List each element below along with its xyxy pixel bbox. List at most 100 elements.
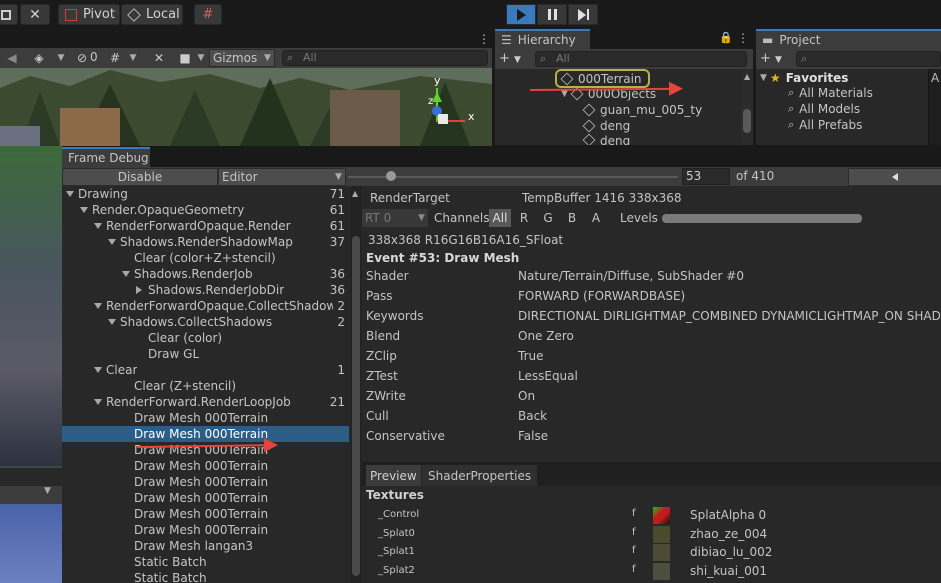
tree-scroll-thumb[interactable] xyxy=(352,236,360,576)
texture-thumbnail[interactable] xyxy=(653,525,670,543)
hierarchy-scroll-thumb[interactable] xyxy=(743,109,751,133)
previous-event-button[interactable] xyxy=(848,168,941,186)
tree-row[interactable]: RenderForwardOpaque.Render 61 xyxy=(62,218,349,234)
channel-all-button[interactable]: All xyxy=(489,209,511,227)
expand-icon[interactable] xyxy=(136,286,142,294)
texture-thumbnail[interactable] xyxy=(653,507,670,524)
tree-row[interactable]: Draw Mesh 000Terrain xyxy=(62,458,349,474)
tree-row[interactable]: RenderForwardOpaque.CollectShadows 2 xyxy=(62,298,349,314)
tree-row[interactable]: Draw Mesh 000Terrain xyxy=(62,474,349,490)
play-button[interactable] xyxy=(506,4,536,25)
tree-row[interactable]: Draw Mesh 000Terrain xyxy=(62,522,349,538)
tree-row[interactable]: Static Batch xyxy=(62,554,349,570)
collapse-icon[interactable] xyxy=(94,399,102,405)
favorite-item-all-prefabs[interactable]: ⌕ All Prefabs xyxy=(788,117,862,133)
favorite-item-all-models[interactable]: ⌕ All Models xyxy=(788,101,860,117)
tree-row[interactable]: Drawing 71 xyxy=(62,186,349,202)
scroll-up-icon[interactable]: ▲ xyxy=(352,189,358,198)
step-button[interactable] xyxy=(568,4,598,25)
tree-row[interactable]: Shadows.RenderJobDir 36 xyxy=(62,282,349,298)
effects-icon[interactable]: ◈ xyxy=(28,50,50,66)
tab-preview[interactable]: Preview xyxy=(366,465,421,486)
favorite-item-all-materials[interactable]: ⌕ All Materials xyxy=(788,85,873,101)
tools-button[interactable]: ✕ xyxy=(20,4,50,25)
project-search-input[interactable]: ⌕ xyxy=(796,51,941,67)
collapse-icon[interactable] xyxy=(122,271,130,277)
grid-dropdown-icon[interactable]: ▼ xyxy=(128,50,138,66)
tree-row[interactable]: RenderForward.RenderLoopJob 21 xyxy=(62,394,349,410)
project-divider[interactable]: A xyxy=(928,69,941,145)
tree-row[interactable]: Clear (color+Z+stencil) xyxy=(62,250,349,266)
tree-row-count: 2 xyxy=(337,315,345,329)
hand-tool-button[interactable] xyxy=(0,4,18,25)
gizmo-center[interactable] xyxy=(438,114,448,124)
collapse-icon[interactable] xyxy=(108,319,116,325)
local-button[interactable]: Local xyxy=(121,4,183,25)
texture-thumbnail[interactable] xyxy=(653,562,670,580)
pivot-button[interactable]: Pivot xyxy=(58,4,120,25)
channel-b-button[interactable]: B xyxy=(561,209,583,227)
event-slider-thumb[interactable] xyxy=(385,171,396,181)
tools-overlay-icon[interactable]: ✕ xyxy=(150,50,168,66)
hierarchy-scrollbar[interactable]: ▲ xyxy=(741,69,753,145)
tree-row[interactable]: Shadows.RenderShadowMap 37 xyxy=(62,234,349,250)
grid-snap-button[interactable]: # xyxy=(194,4,222,25)
collapse-icon[interactable] xyxy=(94,367,102,373)
tree-row[interactable]: Draw Mesh 000Terrain xyxy=(62,506,349,522)
audio-icon[interactable]: ◀ xyxy=(4,50,20,66)
tree-row[interactable]: Draw Mesh 000Terrain xyxy=(62,410,349,426)
visibility-icon[interactable]: ⊘ xyxy=(74,50,90,66)
grid-visibility-icon[interactable]: # xyxy=(106,50,124,66)
transform-gizmo[interactable]: y z x xyxy=(424,68,492,146)
hierarchy-item-guan-mu[interactable]: guan_mu_005_ty xyxy=(582,102,702,118)
camera-icon[interactable]: ■ xyxy=(176,50,194,66)
collapse-icon[interactable] xyxy=(94,223,102,229)
tree-row[interactable]: Shadows.CollectShadows 2 xyxy=(62,314,349,330)
create-add-button[interactable]: + ▼ xyxy=(499,51,521,66)
tree-row[interactable]: Static Batch xyxy=(62,570,349,583)
hierarchy-item-deng[interactable]: deng xyxy=(582,118,630,134)
texture-thumbnail[interactable] xyxy=(653,544,670,561)
hierarchy-search-input[interactable]: ⌕ All xyxy=(535,51,747,67)
project-create-button[interactable]: + ▼ xyxy=(760,51,782,66)
hierarchy-item-deng[interactable]: deng xyxy=(583,134,630,145)
channel-g-button[interactable]: G xyxy=(537,209,559,227)
event-number-input[interactable]: 53 xyxy=(682,168,730,185)
tree-row[interactable]: Clear (Z+stencil) xyxy=(62,378,349,394)
camera-dropdown-icon[interactable]: ▼ xyxy=(196,50,206,66)
tree-scrollbar[interactable]: ▲ xyxy=(350,186,362,583)
collapse-icon[interactable] xyxy=(108,239,116,245)
pause-button[interactable] xyxy=(537,4,567,25)
collapse-icon[interactable] xyxy=(94,303,102,309)
tree-row[interactable]: Clear 1 xyxy=(62,362,349,378)
scroll-up-icon[interactable]: ▲ xyxy=(744,72,750,81)
scene-search-input[interactable]: ⌕ All xyxy=(282,50,488,66)
tree-row[interactable]: Draw Mesh 000Terrain xyxy=(62,490,349,506)
game-view-dropdown-icon[interactable]: ▼ xyxy=(44,486,51,496)
tree-row[interactable]: Draw Mesh langan3 xyxy=(62,538,349,554)
event-slider[interactable] xyxy=(348,171,678,181)
rt-dropdown[interactable]: RT 0 ▼ xyxy=(362,209,428,227)
levels-slider[interactable] xyxy=(662,214,862,223)
tab-shader-properties[interactable]: ShaderProperties xyxy=(422,465,538,486)
tree-row[interactable]: Clear (color) xyxy=(62,330,349,346)
scene-viewport[interactable]: y z x xyxy=(0,68,492,146)
tab-hierarchy[interactable]: ☰ Hierarchy xyxy=(495,29,590,49)
tree-row[interactable]: Shadows.RenderJob 36 xyxy=(62,266,349,282)
scene-menu-icon[interactable]: ⋮ xyxy=(478,32,490,46)
target-dropdown[interactable]: Editor ▼ xyxy=(218,168,346,186)
tree-row[interactable]: Render.OpaqueGeometry 61 xyxy=(62,202,349,218)
channel-r-button[interactable]: R xyxy=(513,209,535,227)
gizmos-dropdown[interactable]: Gizmos ▼ xyxy=(209,49,275,67)
collapse-icon[interactable] xyxy=(66,191,74,197)
tree-row[interactable]: Draw GL xyxy=(62,346,349,362)
tab-frame-debug[interactable]: Frame Debug xyxy=(62,147,150,167)
lock-icon[interactable]: 🔒 xyxy=(719,31,733,44)
disable-button[interactable]: Disable xyxy=(62,168,218,186)
hierarchy-menu-icon[interactable]: ⋮ xyxy=(737,31,749,45)
tree-row[interactable]: Draw Mesh 000Terrain xyxy=(62,426,349,442)
tab-project[interactable]: ▬ Project xyxy=(756,29,941,49)
collapse-icon[interactable] xyxy=(80,207,88,213)
channel-a-button[interactable]: A xyxy=(585,209,607,227)
effects-dropdown-icon[interactable]: ▼ xyxy=(56,50,66,66)
